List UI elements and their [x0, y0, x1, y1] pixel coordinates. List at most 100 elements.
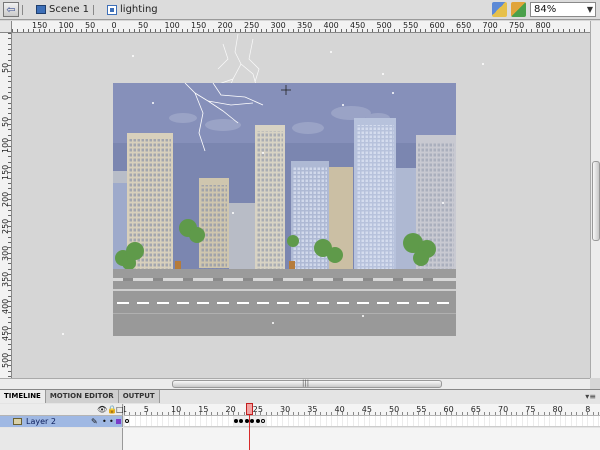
- timeline-panel: TIMELINE MOTION EDITOR OUTPUT ▾≡ 👁 🔒 □ 1…: [0, 389, 600, 450]
- ruler-tick: [8, 215, 11, 217]
- ruler-label: 100: [164, 21, 180, 30]
- lock-dot-icon[interactable]: •: [109, 416, 114, 427]
- pasteboard[interactable]: [13, 34, 589, 378]
- ruler-label: 450: [350, 21, 366, 30]
- ruler-tick: [557, 29, 559, 32]
- panel-menu-icon[interactable]: ▾≡: [585, 392, 596, 401]
- frame-tick: [478, 412, 480, 415]
- ruler-tick: [441, 29, 443, 32]
- frame-ruler[interactable]: 151015202530354045505560657075808: [124, 404, 600, 416]
- ruler-tick: [8, 311, 11, 313]
- vertical-scrollbar[interactable]: [590, 21, 600, 378]
- ruler-tick: [404, 29, 406, 32]
- ruler-tick: [584, 29, 586, 32]
- visible-dot-icon[interactable]: •: [102, 416, 107, 427]
- breadcrumb-symbol[interactable]: lighting: [107, 4, 158, 15]
- ruler-tick: [8, 134, 11, 136]
- ruler-tick: [367, 29, 369, 32]
- ruler-tick: [520, 29, 522, 32]
- horizontal-scrollbar[interactable]: |||: [0, 378, 590, 389]
- ruler-tick: [176, 29, 178, 32]
- ruler-tick: [8, 33, 11, 34]
- ruler-tick: [107, 29, 109, 32]
- breadcrumb-scene[interactable]: Scene 1: [36, 4, 89, 15]
- ruler-tick: [8, 327, 11, 329]
- tab-output[interactable]: OUTPUT: [118, 390, 160, 403]
- playhead[interactable]: [246, 403, 253, 415]
- frame-tick: [461, 412, 463, 415]
- edit-symbols-icon[interactable]: [492, 2, 507, 17]
- keyframe[interactable]: [125, 419, 129, 423]
- outline-icon[interactable]: □: [116, 405, 124, 414]
- ruler-tick: [266, 29, 268, 32]
- frame-tick: [276, 412, 278, 415]
- keyframe[interactable]: [255, 419, 260, 423]
- frame-cell-divider: [521, 416, 523, 426]
- edit-scene-icon[interactable]: [511, 2, 526, 17]
- ruler-tick: [8, 301, 11, 302]
- frame-tick: [472, 412, 474, 415]
- ruler-tick: [8, 231, 11, 233]
- ruler-tick: [308, 29, 310, 32]
- keyframe[interactable]: [234, 419, 238, 423]
- ruler-tick: [8, 333, 11, 335]
- ruler-label: 200: [217, 21, 233, 30]
- tab-motion-editor[interactable]: MOTION EDITOR: [45, 390, 119, 403]
- layer-row[interactable]: Layer 2 ✎ • •: [0, 416, 123, 427]
- ruler-label: 600: [429, 21, 445, 30]
- frame-tick: [140, 412, 142, 415]
- frame-cell-divider: [183, 416, 185, 426]
- ruler-tick: [8, 156, 11, 158]
- frame-row[interactable]: [124, 416, 600, 427]
- ruler-tick: [568, 29, 570, 32]
- ruler-tick: [8, 204, 11, 206]
- ruler-tick: [8, 284, 11, 286]
- ruler-tick: [8, 54, 11, 56]
- frame-cell-divider: [194, 416, 196, 426]
- frame-cell-divider: [145, 416, 147, 426]
- ruler-tick: [234, 29, 236, 32]
- ruler-tick: [345, 29, 347, 32]
- layer-color-swatch[interactable]: [116, 419, 121, 424]
- frame-cell-divider: [151, 416, 153, 426]
- frame-tick: [412, 412, 414, 415]
- ruler-tick: [224, 29, 225, 32]
- frame-tick: [309, 412, 311, 415]
- edit-bar-tools: 84% ▼: [492, 2, 596, 17]
- frame-tick: [216, 412, 218, 415]
- ruler-tick: [494, 29, 496, 32]
- frame-tick: [282, 412, 284, 415]
- frame-cell-divider: [407, 416, 409, 426]
- eye-icon[interactable]: 👁: [97, 405, 107, 414]
- frame-tick: [183, 412, 185, 415]
- frame-cell-divider: [401, 416, 403, 426]
- frame-tick: [129, 412, 131, 415]
- frame-cell-divider: [565, 416, 567, 426]
- ruler-label: 250: [244, 21, 260, 30]
- movieclip-symbol-icon: [107, 4, 118, 15]
- breadcrumb-separator: [93, 4, 103, 15]
- frame-tick: [560, 412, 561, 415]
- ruler-tick: [351, 29, 353, 32]
- ruler-tick: [8, 370, 11, 372]
- ruler-tick: [8, 113, 11, 115]
- zoom-dropdown[interactable]: 84% ▼: [530, 2, 596, 17]
- frame-cell-divider: [211, 416, 213, 426]
- ruler-tick: [8, 252, 11, 254]
- vertical-scrollbar-thumb[interactable]: [592, 161, 600, 241]
- stage[interactable]: [113, 83, 456, 336]
- frame-tick: [124, 412, 125, 415]
- ruler-tick: [536, 29, 538, 32]
- frame-cell-divider: [440, 416, 442, 426]
- back-arrow-icon[interactable]: ⇦: [3, 2, 19, 17]
- frame-tick: [538, 412, 540, 415]
- ruler-tick: [192, 29, 194, 32]
- ruler-tick: [80, 29, 82, 32]
- ruler-tick: [8, 247, 11, 249]
- ruler-tick: [436, 29, 437, 32]
- frame-cell-divider: [554, 416, 556, 426]
- tab-timeline[interactable]: TIMELINE: [0, 390, 46, 403]
- ruler-tick: [54, 29, 56, 32]
- ruler-tick: [8, 376, 11, 378]
- frame-cell-divider: [527, 416, 529, 426]
